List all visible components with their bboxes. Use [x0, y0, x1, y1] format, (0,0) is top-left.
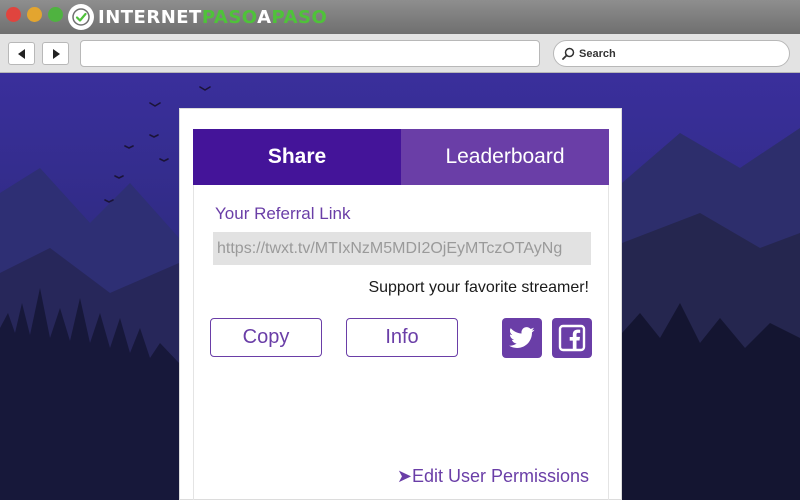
support-message: Support your favorite streamer!	[368, 279, 589, 296]
panel-tabs: Share Leaderboard	[193, 129, 609, 185]
facebook-share-button[interactable]	[552, 318, 592, 358]
info-button[interactable]: Info	[346, 318, 458, 357]
tab-leaderboard[interactable]: Leaderboard	[401, 129, 609, 185]
site-logo: INTERNETPASOAPASO	[68, 4, 327, 30]
referral-link-title: Your Referral Link	[215, 204, 351, 223]
forward-button[interactable]	[42, 42, 69, 65]
back-button[interactable]	[8, 42, 35, 65]
maximize-window-button[interactable]	[48, 7, 63, 22]
logo-mark-icon	[68, 4, 94, 30]
close-window-button[interactable]	[6, 7, 21, 22]
tab-share[interactable]: Share	[193, 129, 401, 185]
twitter-share-button[interactable]	[502, 318, 542, 358]
search-placeholder: Search	[579, 47, 616, 60]
facebook-icon	[558, 324, 586, 352]
share-tab-content: Your Referral Link https://twxt.tv/MTIxN…	[193, 185, 609, 500]
minimize-window-button[interactable]	[27, 7, 42, 22]
back-arrow-icon	[17, 48, 25, 59]
logo-text: INTERNETPASOAPASO	[98, 6, 328, 28]
twitter-icon	[509, 327, 535, 348]
address-bar[interactable]	[80, 40, 540, 67]
referral-link-field[interactable]: https://twxt.tv/MTIxNzM5MDI2OjEyMTczOTAy…	[213, 232, 591, 265]
browser-toolbar: Search	[0, 34, 800, 73]
edit-user-permissions-link[interactable]: ➤Edit User Permissions	[397, 466, 589, 487]
search-icon	[562, 47, 575, 60]
search-field[interactable]: Search	[553, 40, 790, 67]
forward-arrow-icon	[52, 48, 60, 59]
browser-titlebar: INTERNETPASOAPASO	[0, 0, 800, 34]
copy-button[interactable]: Copy	[210, 318, 322, 357]
share-panel: Share Leaderboard Your Referral Link htt…	[179, 108, 622, 500]
